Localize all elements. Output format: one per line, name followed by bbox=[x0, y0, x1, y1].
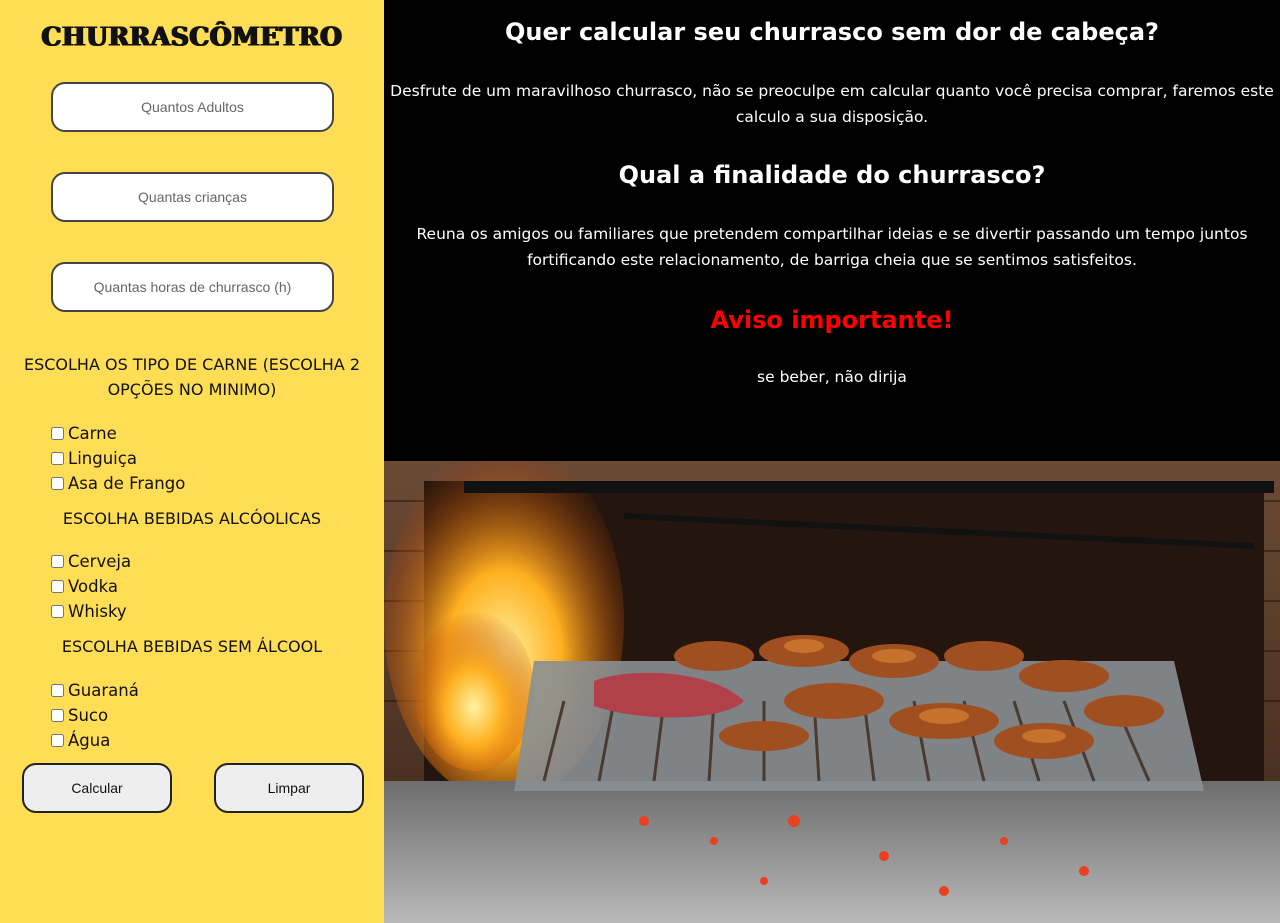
checkbox-label: Whisky bbox=[68, 601, 127, 621]
purpose-paragraph: Reuna os amigos ou familiares que preten… bbox=[416, 225, 1248, 269]
checkbox-row-cerveja[interactable]: Cerveja bbox=[51, 550, 131, 572]
horas-input[interactable] bbox=[51, 262, 334, 312]
asa-de-frango-checkbox[interactable] bbox=[51, 476, 64, 490]
agua-checkbox[interactable] bbox=[51, 733, 64, 747]
checkbox-label: Asa de Frango bbox=[68, 473, 186, 493]
alcoolicas-section-label: ESCOLHA BEBIDAS ALCÓOLICAS bbox=[62, 509, 322, 528]
info-panel: Quer calcular seu churrasco sem dor de c… bbox=[384, 0, 1280, 461]
checkbox-row-linguica[interactable]: Linguiça bbox=[51, 447, 137, 469]
checkbox-label: Suco bbox=[68, 705, 109, 725]
checkbox-label: Vodka bbox=[68, 576, 118, 596]
checkbox-row-guarana[interactable]: Guaraná bbox=[51, 679, 139, 701]
checkbox-row-vodka[interactable]: Vodka bbox=[51, 575, 118, 597]
criancas-input[interactable] bbox=[51, 172, 334, 222]
checkbox-label: Guaraná bbox=[68, 680, 139, 700]
vodka-checkbox[interactable] bbox=[51, 579, 64, 593]
carne-section-label: ESCOLHA OS TIPO DE CARNE (ESCOLHA 2 OPÇÕ… bbox=[23, 355, 360, 399]
limpar-button[interactable]: Limpar bbox=[214, 763, 364, 813]
sem-alcool-section-label: ESCOLHA BEBIDAS SEM ÁLCOOL bbox=[61, 637, 323, 656]
suco-checkbox[interactable] bbox=[51, 708, 64, 722]
barbecue-grill-image bbox=[384, 461, 1280, 923]
grill-illustration bbox=[384, 461, 1280, 923]
purpose-heading: Qual a finalidade do churrasco? bbox=[618, 161, 1046, 189]
calcular-button[interactable]: Calcular bbox=[22, 763, 172, 813]
checkbox-row-agua[interactable]: Água bbox=[51, 729, 110, 751]
carne-checkbox[interactable] bbox=[51, 426, 64, 440]
checkbox-label: Linguiça bbox=[68, 448, 137, 468]
checkbox-row-suco[interactable]: Suco bbox=[51, 704, 108, 726]
whisky-checkbox[interactable] bbox=[51, 604, 64, 618]
checkbox-row-carne[interactable]: Carne bbox=[51, 422, 117, 444]
warning-text: se beber, não dirija bbox=[757, 368, 907, 386]
linguica-checkbox[interactable] bbox=[51, 451, 64, 465]
checkbox-label: Carne bbox=[68, 423, 117, 443]
checkbox-row-asa-de-frango[interactable]: Asa de Frango bbox=[51, 472, 185, 494]
intro-paragraph: Desfrute de um maravilhoso churrasco, nã… bbox=[390, 82, 1274, 126]
sidebar-form: CHURRASCÔMETRO ESCOLHA OS TIPO DE CARNE … bbox=[0, 0, 384, 923]
app-title: CHURRASCÔMETRO bbox=[41, 21, 343, 52]
checkbox-row-whisky[interactable]: Whisky bbox=[51, 600, 127, 622]
guarana-checkbox[interactable] bbox=[51, 683, 64, 697]
cerveja-checkbox[interactable] bbox=[51, 554, 64, 568]
main-heading: Quer calcular seu churrasco sem dor de c… bbox=[505, 18, 1159, 46]
checkbox-label: Cerveja bbox=[68, 551, 132, 571]
adultos-input[interactable] bbox=[51, 82, 334, 132]
warning-heading: Aviso importante! bbox=[710, 306, 954, 334]
checkbox-label: Água bbox=[68, 730, 111, 750]
